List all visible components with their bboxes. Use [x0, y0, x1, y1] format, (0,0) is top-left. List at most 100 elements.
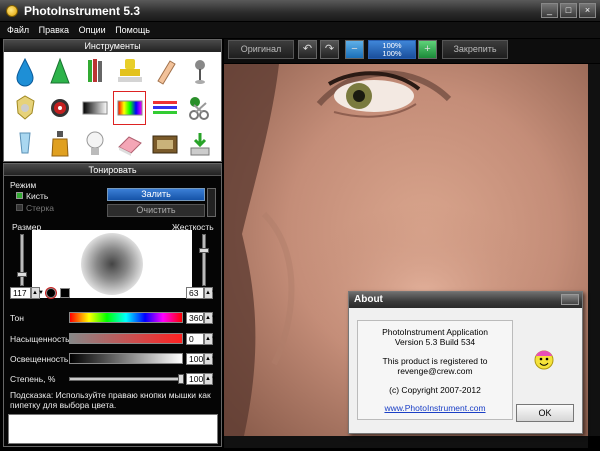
about-title-bar: About — [349, 292, 582, 308]
film-icon — [152, 135, 178, 154]
apply-button[interactable]: Закрепить — [442, 40, 508, 59]
hue-spinner[interactable]: ▲▼ — [204, 312, 217, 324]
size-slider-thumb[interactable] — [17, 272, 27, 277]
zoom-readout: 100% 100% — [368, 40, 416, 59]
drop-icon — [16, 57, 34, 87]
redo-button[interactable]: ↷ — [320, 40, 339, 59]
rainbow-tool[interactable] — [112, 90, 147, 126]
degree-spinner[interactable]: ▲▼ — [204, 373, 217, 385]
gradient-tool[interactable] — [78, 90, 113, 126]
pin-tool[interactable] — [182, 54, 217, 90]
saturation-label: Насыщенность — [10, 334, 70, 344]
undo-button[interactable]: ↶ — [298, 40, 317, 59]
glass-tool[interactable] — [8, 126, 43, 162]
title-bar: PhotoInstrument 5.3 _ □ × — [0, 0, 600, 22]
saturation-value[interactable]: 0 — [186, 333, 204, 345]
menu-bar: Файл Правка Опции Помощь — [0, 22, 600, 38]
lightness-spinner[interactable]: ▲▼ — [204, 353, 217, 365]
menu-help[interactable]: Помощь — [115, 22, 150, 38]
about-info-box: PhotoInstrument Application Version 5.3 … — [357, 320, 513, 420]
zoom-bottom-value: 100% — [382, 49, 402, 58]
hue-slider[interactable] — [69, 312, 183, 323]
bottle-tool[interactable] — [43, 126, 78, 162]
size-value[interactable]: 117 — [10, 287, 31, 299]
about-version: Version 5.3 Build 534 — [394, 337, 476, 347]
zoom-in-button[interactable]: + — [418, 40, 437, 59]
maximize-button[interactable]: □ — [560, 3, 577, 18]
tone-panel: Тонировать Режим Кисть Стерка Залить Очи… — [3, 163, 222, 447]
about-title: About — [354, 294, 383, 305]
zoom-out-icon: − — [351, 43, 358, 55]
degree-slider-thumb[interactable] — [178, 374, 184, 384]
about-website-link[interactable]: www.PhotoInstrument.com — [358, 403, 512, 413]
eye-icon — [51, 99, 70, 117]
saturation-spinner[interactable]: ▲▼ — [204, 333, 217, 345]
pencils-icon — [88, 59, 103, 82]
undo-icon: ↶ — [302, 43, 313, 55]
brush-color-chip[interactable] — [46, 288, 56, 298]
minimize-button[interactable]: _ — [541, 3, 558, 18]
film-tool[interactable] — [147, 126, 182, 162]
menu-edit[interactable]: Правка — [39, 22, 69, 38]
eraser-checkbox[interactable] — [16, 204, 23, 211]
mode-scrollbar[interactable] — [207, 188, 216, 217]
about-close-button[interactable] — [561, 294, 579, 305]
window-controls: _ □ × — [541, 3, 596, 18]
vertical-scrollbar[interactable] — [588, 64, 600, 436]
wand-icon — [16, 95, 35, 120]
degree-label: Степень, % — [10, 374, 56, 384]
cone-icon — [50, 57, 70, 84]
redo-icon: ↷ — [324, 43, 335, 55]
eraser-icon — [118, 136, 142, 156]
brush-checkbox[interactable] — [16, 192, 23, 199]
stamp-tool[interactable] — [112, 54, 147, 90]
gradient-icon — [82, 101, 108, 115]
saturation-slider[interactable] — [69, 333, 183, 344]
clear-button[interactable]: Очистить — [107, 204, 205, 217]
degree-value[interactable]: 100 — [186, 373, 204, 385]
menu-options[interactable]: Опции — [79, 22, 106, 38]
bulb-tool[interactable] — [78, 126, 113, 162]
scissors-tool[interactable] — [182, 90, 217, 126]
hardness-spinner[interactable]: ▲▼ — [204, 287, 217, 299]
original-button[interactable]: Оригинал — [228, 40, 294, 59]
horizontal-scrollbar[interactable] — [224, 436, 588, 448]
hardness-slider-thumb[interactable] — [199, 248, 209, 253]
lines-tool[interactable] — [147, 90, 182, 126]
pencils-tool[interactable] — [78, 54, 113, 90]
hue-label: Тон — [10, 313, 24, 323]
size-spinner[interactable]: ▲▼ — [31, 287, 44, 299]
drop-tool[interactable] — [8, 54, 43, 90]
about-copyright: (c) Copyright 2007-2012 — [389, 385, 481, 395]
close-button[interactable]: × — [579, 3, 596, 18]
mode-label: Режим — [10, 180, 37, 190]
tube-tool[interactable] — [147, 54, 182, 90]
pin-icon — [194, 60, 205, 84]
stamp-icon — [117, 59, 142, 82]
tool-grid — [4, 52, 221, 164]
menu-file[interactable]: Файл — [7, 22, 29, 38]
hardness-value[interactable]: 63 — [186, 287, 204, 299]
size-slider[interactable] — [20, 234, 24, 286]
brush-preview — [32, 230, 192, 298]
eraser-label: Стерка — [26, 203, 55, 213]
hint-text: Подсказка: Используйте праваю кнопки мыш… — [10, 390, 211, 410]
app-logo-icon — [6, 5, 18, 17]
brush-label: Кисть — [26, 191, 49, 201]
tone-panel-header: Тонировать — [4, 164, 221, 176]
cone-tool[interactable] — [43, 54, 78, 90]
fill-color-chip[interactable] — [60, 288, 70, 298]
lightness-value[interactable]: 100 — [186, 353, 204, 365]
fill-button[interactable]: Залить — [107, 188, 205, 201]
degree-slider[interactable] — [69, 377, 183, 381]
hardness-slider[interactable] — [202, 234, 206, 286]
eraser-tool[interactable] — [112, 126, 147, 162]
glass-icon — [19, 132, 31, 154]
zoom-out-button[interactable]: − — [345, 40, 364, 59]
hue-value[interactable]: 360 — [186, 312, 204, 324]
lightness-slider[interactable] — [69, 353, 183, 364]
save-tool[interactable] — [182, 126, 217, 162]
ok-button[interactable]: OK — [516, 404, 574, 422]
wand-tool[interactable] — [8, 90, 43, 126]
eye-tool[interactable] — [43, 90, 78, 126]
